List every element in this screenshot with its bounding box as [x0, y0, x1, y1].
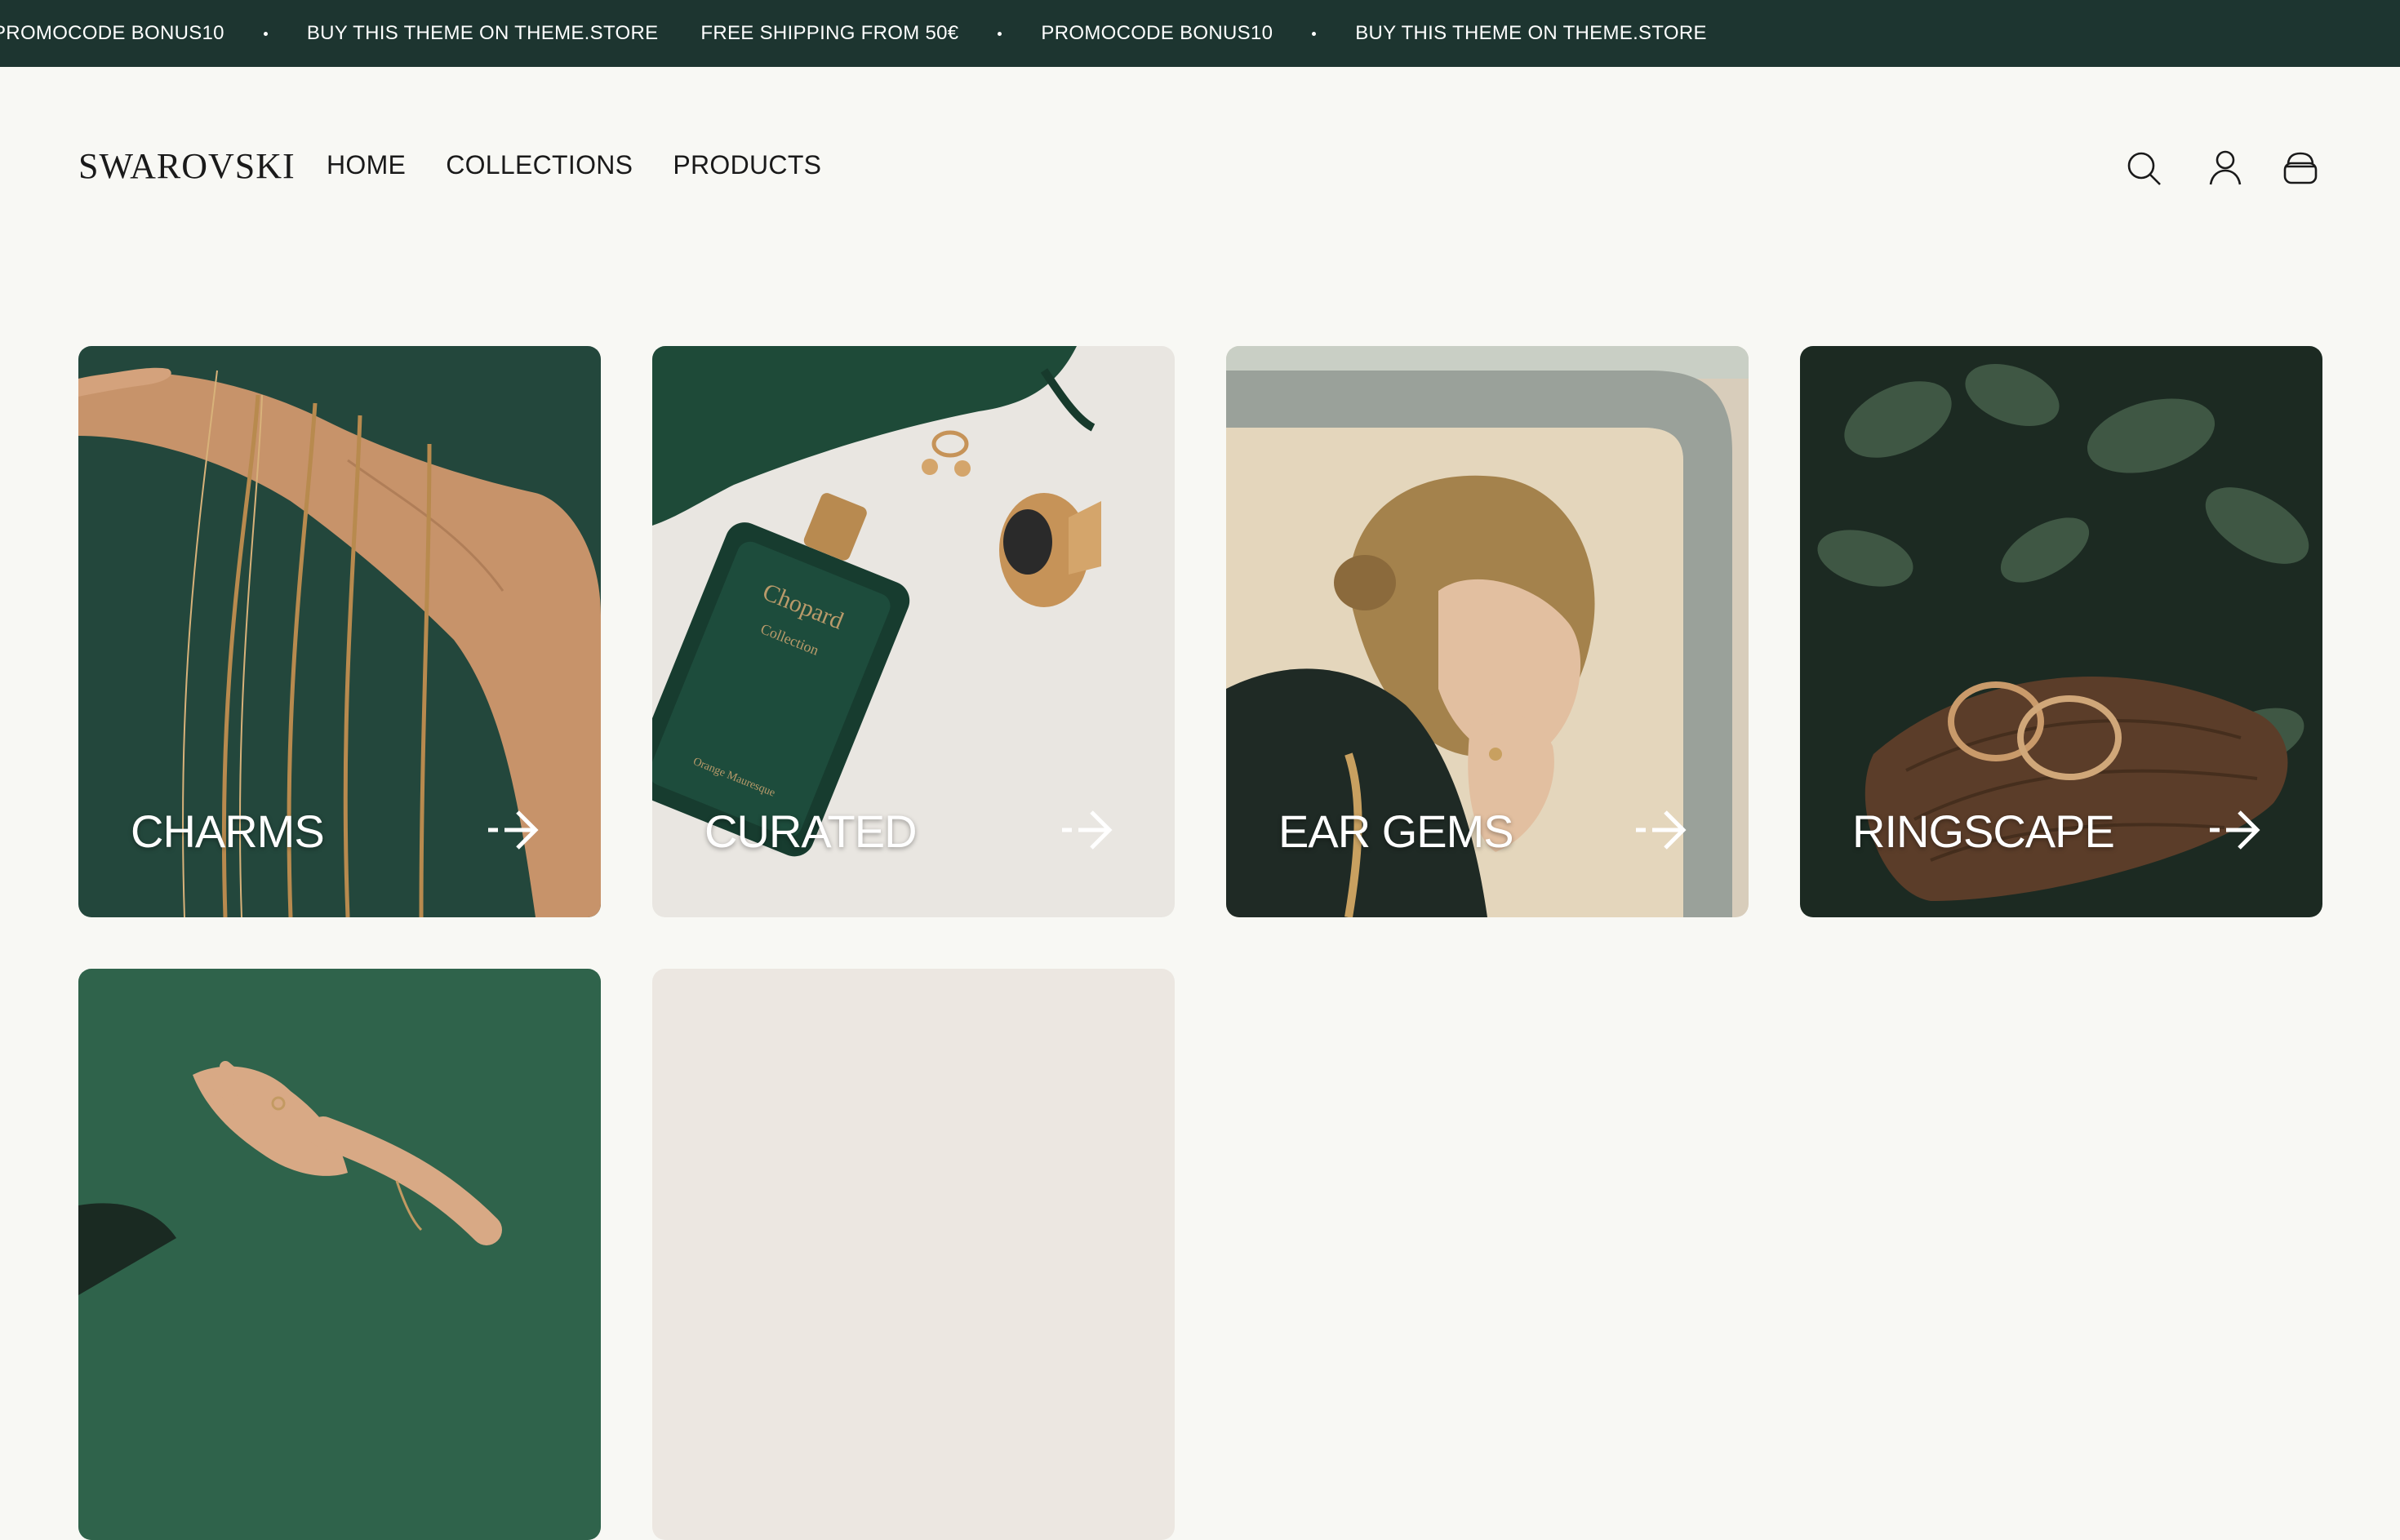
cart-icon [2283, 152, 2318, 184]
collection-card-charms[interactable]: CHARMS [78, 346, 601, 917]
nav-link-collections[interactable]: COLLECTIONS [446, 150, 633, 180]
announcement-track: PROMOCODE BONUS10 BUY THIS THEME ON THEM… [0, 0, 1707, 67]
arrow-right-icon [488, 810, 539, 850]
collection-card[interactable] [78, 969, 601, 1540]
logo[interactable]: SWAROVSKI [78, 145, 296, 187]
arrow-right-icon [2210, 810, 2260, 850]
collection-title: RINGSCAPE [1852, 806, 2115, 857]
collection-title: EAR GEMS [1278, 806, 1514, 857]
separator-dot-icon [998, 31, 1002, 36]
collection-image [78, 969, 601, 1540]
site-header: SWAROVSKI HOME COLLECTIONS PRODUCTS [0, 67, 2400, 268]
collection-card-placeholder[interactable] [652, 969, 1175, 1540]
nav-link-home[interactable]: HOME [327, 150, 406, 180]
collection-card-ear-gems[interactable]: EAR GEMS [1226, 346, 1749, 917]
arrow-right-icon [1636, 810, 1687, 850]
collection-card-curated[interactable]: Chopard Collection Orange Mauresque CURA… [652, 346, 1175, 917]
announcement-item: PROMOCODE BONUS10 [1041, 22, 1273, 44]
announcement-item: PROMOCODE BONUS10 [0, 22, 224, 44]
nav-link-products[interactable]: PRODUCTS [673, 150, 821, 180]
announcement-item: BUY THIS THEME ON THEME.STORE [1355, 22, 1707, 44]
collection-title: CURATED [704, 806, 918, 857]
account-icon [2209, 150, 2242, 185]
separator-dot-icon [1312, 31, 1317, 36]
collection-title: CHARMS [131, 806, 325, 857]
announcement-item: BUY THIS THEME ON THEME.STORE [306, 22, 659, 44]
arrow-right-icon [1062, 810, 1113, 850]
account-button[interactable] [2202, 145, 2248, 191]
cart-button[interactable] [2278, 145, 2323, 191]
search-icon [2127, 152, 2161, 185]
collection-card-ringscape[interactable]: RINGSCAPE [1800, 346, 2322, 917]
search-button[interactable] [2121, 145, 2167, 191]
separator-dot-icon [263, 31, 268, 36]
main-nav: HOME COLLECTIONS PRODUCTS [327, 150, 861, 180]
announcement-bar: PROMOCODE BONUS10 BUY THIS THEME ON THEM… [0, 0, 2400, 67]
announcement-item: FREE SHIPPING FROM 50€ [700, 22, 959, 44]
